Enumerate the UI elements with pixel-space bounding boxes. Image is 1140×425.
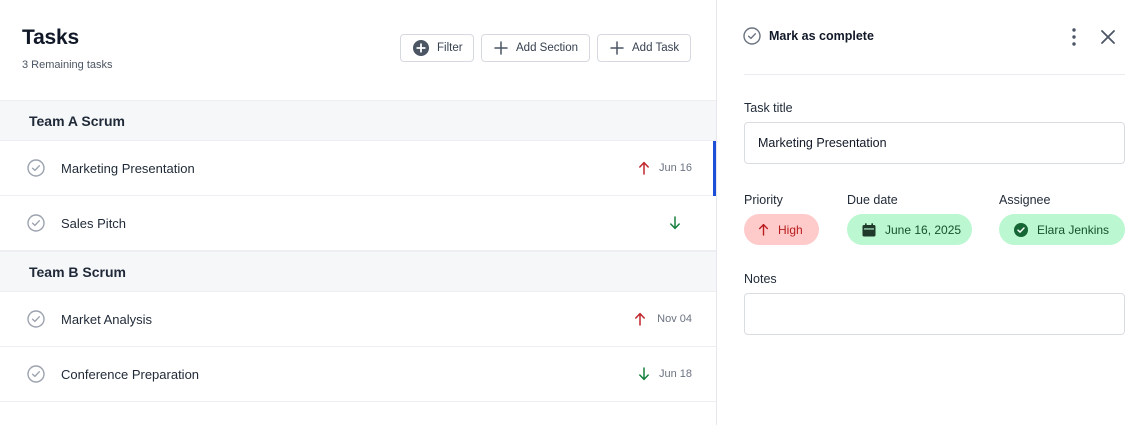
task-name: Marketing Presentation xyxy=(61,160,195,176)
due-date-value: June 16, 2025 xyxy=(885,222,962,237)
more-vertical-icon[interactable] xyxy=(1065,27,1083,47)
task-name: Market Analysis xyxy=(61,311,153,327)
toolbar: Filter Add Section Add Task xyxy=(400,34,691,62)
mark-complete-button[interactable]: Mark as complete xyxy=(743,27,874,45)
task-title-input[interactable]: Marketing Presentation xyxy=(744,122,1125,164)
check-circle-icon[interactable] xyxy=(27,310,45,328)
task-detail-panel: Mark as complete Task title Marketing Pr… xyxy=(717,0,1140,425)
task-title-value: Marketing Presentation xyxy=(758,136,887,150)
task-title-label: Task title xyxy=(744,101,793,115)
task-due-date: Jun 18 xyxy=(658,368,692,380)
priority-value: High xyxy=(778,222,803,237)
task-row[interactable]: Market Analysis Nov 04 xyxy=(0,292,716,347)
due-date-picker[interactable]: June 16, 2025 xyxy=(847,214,972,245)
add-section-button-label: Add Section xyxy=(516,42,579,54)
page-title: Tasks xyxy=(22,26,79,49)
check-badge-icon xyxy=(1014,222,1028,237)
arrow-up-icon xyxy=(635,312,645,326)
task-due-date: Jun 16 xyxy=(658,162,692,174)
check-circle-icon[interactable] xyxy=(27,214,45,232)
section-header: Team A Scrum xyxy=(0,100,716,141)
close-icon[interactable] xyxy=(1098,27,1118,47)
filter-button-label: Filter xyxy=(437,42,463,54)
mark-complete-label: Mark as complete xyxy=(769,29,874,43)
calendar-icon xyxy=(862,222,876,236)
detail-header-divider xyxy=(744,74,1125,75)
task-name: Conference Preparation xyxy=(61,366,200,382)
check-circle-icon xyxy=(743,27,761,45)
section-header: Team B Scrum xyxy=(0,251,716,292)
arrow-down-icon xyxy=(670,216,680,230)
filter-button[interactable]: Filter xyxy=(400,34,474,62)
task-list: Team A Scrum Marketing Presentation Jun … xyxy=(0,100,716,402)
notes-label: Notes xyxy=(744,272,777,286)
arrow-up-icon xyxy=(639,161,649,175)
plus-icon xyxy=(610,41,624,55)
section-title: Team A Scrum xyxy=(29,112,125,129)
task-due-date: Nov 04 xyxy=(657,313,692,325)
priority-selector[interactable]: High xyxy=(744,214,819,245)
section-title: Team B Scrum xyxy=(29,263,126,280)
task-name: Sales Pitch xyxy=(61,215,127,231)
add-task-button[interactable]: Add Task xyxy=(597,34,691,62)
plus-circle-icon xyxy=(413,40,429,56)
task-row[interactable]: Marketing Presentation Jun 16 xyxy=(0,141,716,196)
assignee-selector[interactable]: Elara Jenkins xyxy=(999,214,1125,245)
arrow-down-icon xyxy=(639,367,649,381)
arrow-up-icon xyxy=(758,223,769,236)
remaining-count: 3 Remaining tasks xyxy=(22,59,113,71)
due-date-label: Due date xyxy=(847,193,898,207)
notes-input[interactable] xyxy=(744,293,1125,335)
priority-label: Priority xyxy=(744,193,783,207)
check-circle-icon[interactable] xyxy=(27,365,45,383)
plus-icon xyxy=(494,41,508,55)
check-circle-icon[interactable] xyxy=(27,159,45,177)
task-row[interactable]: Sales Pitch xyxy=(0,196,716,251)
add-section-button[interactable]: Add Section xyxy=(481,34,590,62)
assignee-value: Elara Jenkins xyxy=(1037,222,1110,237)
assignee-label: Assignee xyxy=(999,193,1051,207)
add-task-button-label: Add Task xyxy=(632,42,680,54)
task-row[interactable]: Conference Preparation Jun 18 xyxy=(0,347,716,402)
task-list-panel: Tasks 3 Remaining tasks Filter Add Secti… xyxy=(0,0,716,425)
